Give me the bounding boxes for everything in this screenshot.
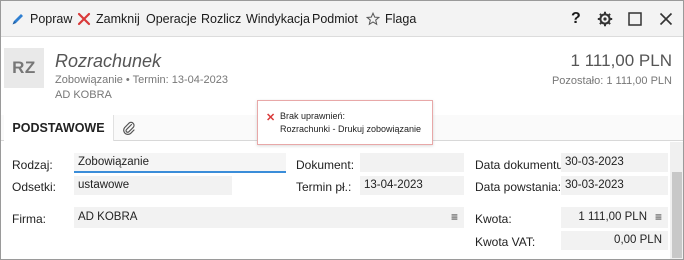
error-x-icon: ✕ bbox=[266, 112, 276, 124]
error-message: Rozrachunki - Drukuj zobowiązanie bbox=[280, 124, 422, 134]
window: Popraw Zamknij Operacje Rozlicz Windykac… bbox=[0, 0, 684, 260]
help-icon[interactable]: ? bbox=[571, 1, 581, 37]
kwota-label: Kwota: bbox=[475, 212, 512, 226]
odsetki-label: Odsetki: bbox=[12, 180, 57, 194]
firma-label: Firma: bbox=[12, 212, 46, 226]
total-amount: 1 111,00 PLN bbox=[570, 51, 672, 70]
popraw-button[interactable]: Popraw bbox=[30, 1, 72, 37]
kwota-menu-icon[interactable]: ≡ bbox=[655, 210, 662, 224]
kwota-field[interactable]: 1 111,00 PLN bbox=[561, 207, 668, 228]
settings-gear-icon[interactable] bbox=[597, 11, 613, 27]
document-type-badge: RZ bbox=[4, 48, 44, 88]
dokument-label: Dokument: bbox=[296, 158, 355, 172]
rodzaj-label: Rodzaj: bbox=[12, 158, 53, 172]
termin-platnosci-field[interactable]: 13-04-2023 bbox=[360, 176, 464, 195]
firma-menu-icon[interactable]: ≡ bbox=[451, 210, 458, 224]
data-dokumentu-field[interactable]: 30-03-2023 bbox=[561, 153, 668, 172]
podmiot-menu[interactable]: Podmiot bbox=[312, 1, 358, 37]
data-powstania-field[interactable]: 30-03-2023 bbox=[561, 176, 668, 195]
pencil-icon bbox=[12, 14, 23, 25]
windykacja-menu[interactable]: Windykacja bbox=[246, 1, 310, 37]
flaga-button[interactable]: Flaga bbox=[385, 1, 416, 37]
zamknij-button[interactable]: Zamknij bbox=[96, 1, 140, 37]
kwota-vat-field[interactable]: 0,00 PLN bbox=[561, 231, 668, 250]
dokument-field[interactable] bbox=[360, 153, 464, 172]
tab-podstawowe[interactable]: PODSTAWOWE bbox=[4, 115, 114, 141]
odsetki-field[interactable]: ustawowe bbox=[74, 176, 232, 195]
toolbar: Popraw Zamknij Operacje Rozlicz Windykac… bbox=[1, 1, 683, 37]
error-title: Brak uprawnień: bbox=[280, 111, 346, 121]
remaining-amount: Pozostało: 1 111,00 PLN bbox=[551, 75, 672, 87]
operacje-menu[interactable]: Operacje bbox=[146, 1, 197, 37]
termin-platnosci-label: Termin pł.: bbox=[296, 180, 352, 194]
permission-error-tooltip: ✕ Brak uprawnień: Rozrachunki - Drukuj z… bbox=[257, 100, 433, 145]
data-powstania-label: Data powstania: bbox=[475, 180, 562, 194]
paperclip-icon[interactable] bbox=[121, 120, 137, 136]
data-dokumentu-label: Data dokumentu: bbox=[475, 158, 567, 172]
rozlicz-button[interactable]: Rozlicz bbox=[201, 1, 241, 37]
document-subtitle: Zobowiązanie • Termin: 13-04-2023 bbox=[55, 74, 229, 86]
star-icon bbox=[366, 12, 380, 26]
close-x-icon bbox=[77, 12, 91, 26]
firma-field[interactable]: AD KOBRA bbox=[74, 207, 464, 228]
close-window-icon[interactable] bbox=[658, 11, 674, 27]
kwota-vat-label: Kwota VAT: bbox=[475, 235, 536, 249]
page-title: Rozrachunek bbox=[55, 51, 162, 71]
contractor-name: AD KOBRA bbox=[55, 89, 112, 101]
rodzaj-field[interactable]: Zobowiązanie bbox=[74, 153, 286, 173]
scrollbar-thumb[interactable] bbox=[672, 172, 682, 258]
maximize-icon[interactable] bbox=[627, 11, 643, 27]
